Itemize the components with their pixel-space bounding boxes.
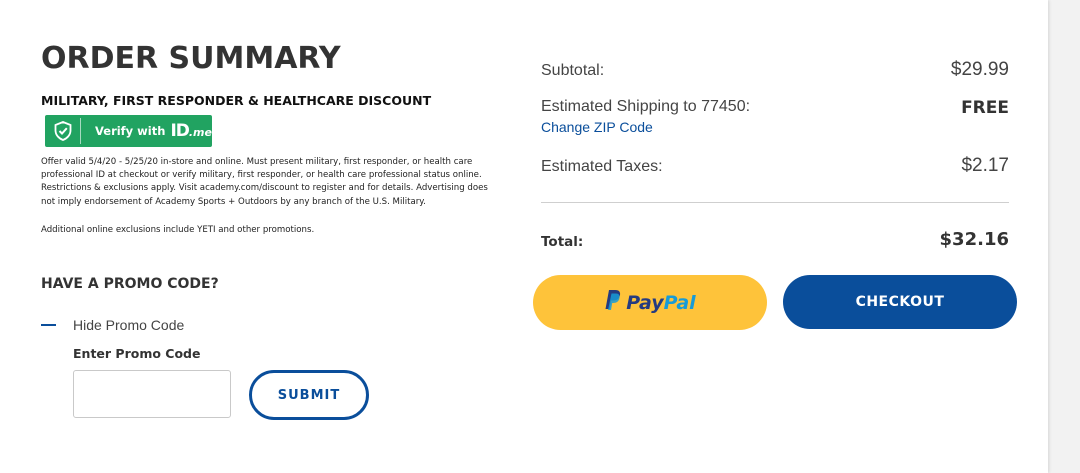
shipping-label: Estimated Shipping to 77450: <box>541 98 751 115</box>
promo-code-input[interactable] <box>73 370 231 418</box>
minus-icon <box>41 324 56 326</box>
paypal-icon <box>604 289 622 316</box>
idme-logo-suffix: .me <box>188 126 212 139</box>
promo-input-label: Enter Promo Code <box>73 346 201 361</box>
paypal-pay-text: Pay <box>626 291 664 314</box>
total-value: $32.16 <box>939 229 1009 250</box>
totals-divider <box>541 202 1009 203</box>
subtotal-label: Subtotal: <box>541 62 605 79</box>
taxes-value: $2.17 <box>961 155 1009 176</box>
change-zip-link[interactable]: Change ZIP Code <box>541 119 1009 135</box>
subtotal-value: $29.99 <box>950 59 1009 80</box>
paypal-button[interactable]: PayPal <box>533 275 767 330</box>
idme-divider <box>80 118 81 144</box>
hide-promo-label: Hide Promo Code <box>73 317 185 333</box>
hide-promo-toggle[interactable]: Hide Promo Code <box>41 317 184 333</box>
shipping-row: Estimated Shipping to 77450: Change ZIP … <box>541 98 1009 135</box>
promo-heading: HAVE A PROMO CODE? <box>41 276 219 292</box>
subtotal-row: Subtotal: $29.99 <box>541 59 1009 80</box>
paypal-wordmark: PayPal <box>626 292 695 314</box>
offer-text: Offer valid 5/4/20 - 5/25/20 in-store an… <box>41 157 488 207</box>
taxes-row: Estimated Taxes: $2.17 <box>541 155 1009 176</box>
exclusions-text: Additional online exclusions include YET… <box>41 224 315 235</box>
discount-heading: MILITARY, FIRST RESPONDER & HEALTHCARE D… <box>41 93 432 108</box>
taxes-label: Estimated Taxes: <box>541 158 663 175</box>
shipping-value: FREE <box>961 98 1009 118</box>
idme-logo-text: ID <box>170 121 189 141</box>
verify-label: Verify with <box>95 124 166 138</box>
total-label: Total: <box>541 234 584 250</box>
verify-idme-button[interactable]: Verify with ID.me <box>45 115 212 147</box>
checkout-button[interactable]: CHECKOUT <box>783 275 1017 329</box>
idme-logo: ID.me <box>170 121 212 141</box>
paypal-pal-text: Pal <box>663 291 696 314</box>
submit-promo-button[interactable]: SUBMIT <box>249 370 369 420</box>
order-summary-card: ORDER SUMMARY MILITARY, FIRST RESPONDER … <box>0 0 1048 473</box>
page-title: ORDER SUMMARY <box>41 41 341 76</box>
shield-check-icon <box>50 118 76 144</box>
offer-details: Offer valid 5/4/20 - 5/25/20 in-store an… <box>41 156 503 237</box>
